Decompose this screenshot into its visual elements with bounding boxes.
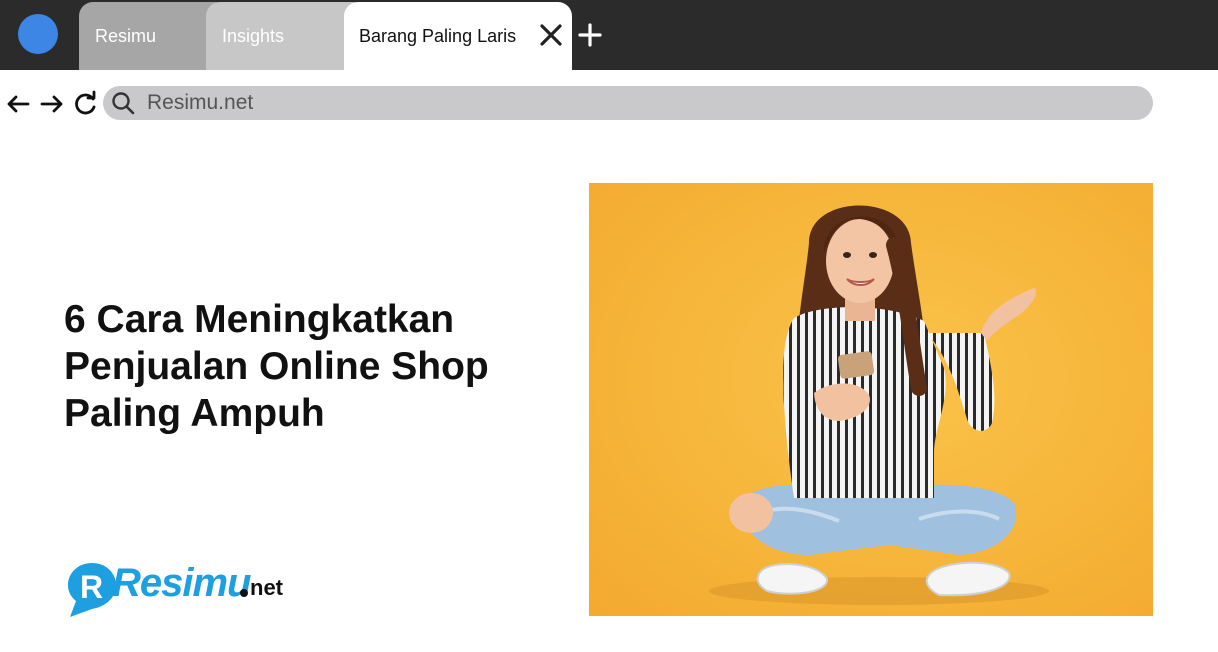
logo-dot — [240, 589, 248, 597]
logo-pin-icon: R — [68, 563, 116, 617]
page-title: 6 Cara Meningkatkan Penjualan Online Sho… — [64, 298, 489, 435]
address-text: Resimu.net — [147, 91, 254, 114]
logo-suffix: net — [250, 575, 283, 600]
tab-label: Resimu — [95, 25, 157, 46]
tab-label: Insights — [222, 25, 285, 46]
hero-image — [589, 183, 1153, 616]
address-bar[interactable]: Resimu.net — [103, 86, 1153, 120]
arrow-left-icon[interactable] — [4, 90, 32, 118]
close-icon[interactable] — [538, 22, 564, 48]
brand-logo[interactable]: R Resimu net — [66, 557, 306, 617]
svg-text:R: R — [80, 569, 103, 605]
arrow-right-icon[interactable] — [38, 90, 66, 118]
tab-bar: Resimu Insights Barang Paling Laris — [0, 0, 1218, 70]
tab-label: Barang Paling Laris — [359, 25, 517, 46]
logo-name: Resimu — [112, 561, 251, 605]
profile-avatar[interactable] — [18, 14, 58, 54]
tab-insights[interactable]: Insights — [206, 2, 366, 70]
search-icon — [112, 92, 135, 115]
plus-icon[interactable] — [577, 22, 603, 48]
reload-icon[interactable] — [72, 90, 100, 118]
